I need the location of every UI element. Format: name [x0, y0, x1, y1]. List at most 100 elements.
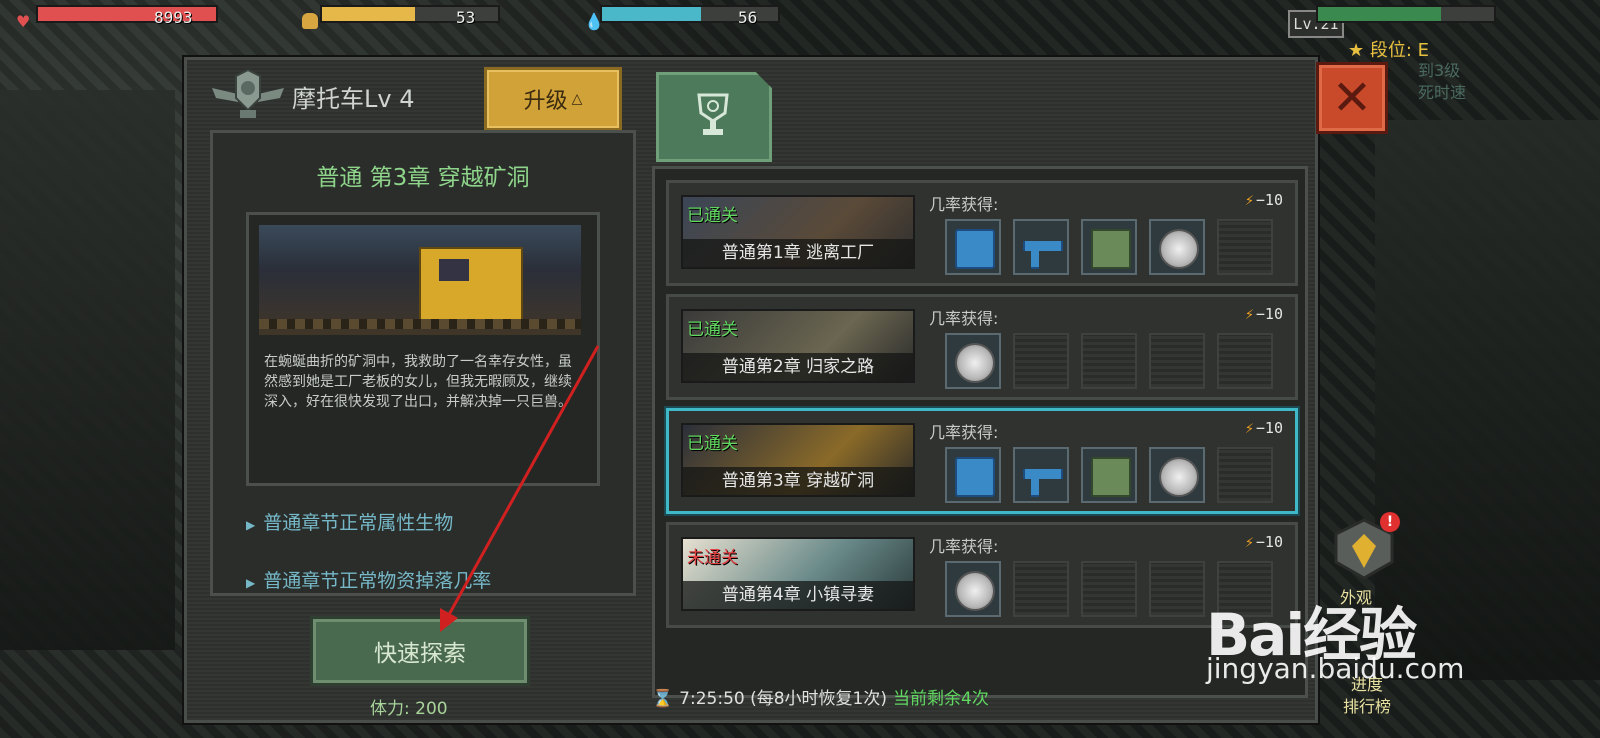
tab-trophy[interactable] — [656, 72, 772, 162]
energy-cost: ⚡ −10 — [1245, 191, 1283, 209]
stage-name: 普通第1章 逃离工厂 — [683, 239, 913, 267]
caret-right-icon: ▶ — [246, 576, 256, 590]
triangle-up-icon: △ — [571, 91, 583, 107]
reward-slots — [945, 219, 1273, 275]
rank-hint-line2: 死时速 — [1418, 83, 1467, 102]
drop-rate-label: 普通章节正常物资掉落几率 — [263, 570, 492, 592]
heart-icon: ♥ — [16, 12, 31, 31]
backpack-item-icon — [955, 457, 995, 497]
reward-slot[interactable] — [1081, 447, 1137, 503]
stage-status: 已通关 — [687, 206, 738, 226]
empty-reward-slot — [1081, 333, 1137, 389]
empty-reward-slot — [1149, 561, 1205, 617]
coin-item-icon — [1159, 229, 1199, 269]
energy-cost-value: −10 — [1255, 305, 1283, 323]
gun-item-icon — [1023, 241, 1063, 269]
coin-item-icon — [1159, 457, 1199, 497]
close-icon: ✕ — [1331, 70, 1373, 126]
rank-hint: 到3级 死时速 — [1418, 60, 1466, 104]
upgrade-button[interactable]: 升级 △ — [484, 67, 622, 131]
gear-item-icon — [1091, 229, 1131, 269]
close-button[interactable]: ✕ — [1316, 62, 1388, 134]
empty-reward-slot — [1217, 333, 1273, 389]
stamina-label: 体力: 200 — [370, 699, 448, 719]
stage-status: 已通关 — [687, 434, 738, 454]
gun-item-icon — [1023, 469, 1063, 497]
energy-cost-value: −10 — [1255, 191, 1283, 209]
watermark-url: jingyan.baidu.com — [1206, 652, 1465, 685]
stage-card[interactable]: 已通关 普通第3章 穿越矿洞 几率获得: ⚡ −10 — [666, 408, 1298, 514]
energy-cost-value: −10 — [1255, 533, 1283, 551]
energy-cost-value: −10 — [1255, 419, 1283, 437]
appearance-button[interactable]: ! — [1332, 512, 1400, 586]
reward-slot[interactable] — [1081, 219, 1137, 275]
stage-thumbnail: 未通关 普通第4章 小镇寻妻 — [681, 537, 915, 611]
caret-right-icon: ▶ — [246, 518, 256, 532]
empty-reward-slot — [1013, 333, 1069, 389]
rank-hint-line1: 到3级 — [1418, 61, 1461, 80]
stage-thumbnail: 已通关 普通第3章 穿越矿洞 — [681, 423, 915, 497]
rank-label: ★ 段位: E — [1348, 40, 1430, 61]
reward-slot[interactable] — [1149, 447, 1205, 503]
remaining-count: 当前剩余4次 — [893, 689, 989, 709]
vehicle-title: 摩托车Lv 4 — [292, 85, 415, 113]
chapter-description: 在蜿蜒曲折的矿洞中，我救助了一名幸存女性，虽然感到她是工厂老板的女儿，但我无暇顾… — [264, 354, 572, 410]
backpack-item-icon — [955, 229, 995, 269]
drop-chance-label: 几率获得: — [929, 537, 999, 556]
stage-status: 已通关 — [687, 320, 738, 340]
background-scenery-left — [0, 90, 175, 650]
water-value: 56 — [738, 8, 758, 27]
empty-reward-slot — [1149, 333, 1205, 389]
upgrade-label: 升级 — [523, 89, 568, 114]
food-icon — [302, 13, 318, 29]
coin-item-icon — [955, 343, 995, 383]
lightning-icon: ⚡ — [1244, 191, 1254, 209]
drop-rate-link[interactable]: ▶ 普通章节正常物资掉落几率 — [246, 566, 491, 593]
stage-thumbnail: 已通关 普通第2章 归家之路 — [681, 309, 915, 383]
leaderboard-label: 排行榜 — [1342, 697, 1391, 716]
reward-slot[interactable] — [945, 561, 1001, 617]
stage-card[interactable]: 未通关 普通第4章 小镇寻妻 几率获得: ⚡ −10 — [666, 522, 1298, 628]
trophy-icon — [697, 93, 729, 135]
chapter-title: 普通 第3章 穿越矿洞 — [316, 165, 530, 191]
explore-timer: ⌛ 7:25:50 (每8小时恢复1次) 当前剩余4次 — [652, 684, 989, 709]
lightning-icon: ⚡ — [1244, 419, 1254, 437]
creature-info-link[interactable]: ▶ 普通章节正常属性生物 — [246, 508, 453, 535]
energy-cost: ⚡ −10 — [1245, 419, 1283, 437]
creature-info-label: 普通章节正常属性生物 — [263, 512, 454, 534]
energy-cost: ⚡ −10 — [1245, 305, 1283, 323]
reward-slot[interactable] — [1149, 219, 1205, 275]
empty-reward-slot — [1217, 219, 1273, 275]
reward-slot[interactable] — [1013, 447, 1069, 503]
chapter-image-frame — [246, 212, 600, 486]
reward-slot[interactable] — [945, 447, 1001, 503]
reward-slot[interactable] — [945, 219, 1001, 275]
gear-item-icon — [1091, 457, 1131, 497]
hp-value: 8993 — [154, 8, 193, 27]
stage-card[interactable]: 已通关 普通第1章 逃离工厂 几率获得: ⚡ −10 — [666, 180, 1298, 286]
mine-cart-scene-image — [259, 225, 581, 335]
reward-slots — [945, 447, 1273, 503]
hourglass-icon: ⌛ — [652, 689, 674, 709]
stage-name: 普通第4章 小镇寻妻 — [683, 581, 913, 609]
stage-name: 普通第3章 穿越矿洞 — [683, 467, 913, 495]
reward-slots — [945, 333, 1273, 389]
xp-bar — [1316, 5, 1496, 23]
lightning-icon: ⚡ — [1244, 533, 1254, 551]
stage-thumbnail: 已通关 普通第1章 逃离工厂 — [681, 195, 915, 269]
drop-chance-label: 几率获得: — [929, 195, 999, 214]
quick-explore-button[interactable]: 快速探索 — [310, 616, 530, 686]
stage-card[interactable]: 已通关 普通第2章 归家之路 几率获得: ⚡ −10 — [666, 294, 1298, 400]
coin-item-icon — [955, 571, 995, 611]
food-value: 53 — [456, 8, 476, 27]
vehicle-emblem-icon — [212, 68, 284, 118]
timer-text: 7:25:50 (每8小时恢复1次) — [679, 689, 888, 709]
rail-track-graphic — [259, 319, 581, 329]
reward-slot[interactable] — [1013, 219, 1069, 275]
stage-name: 普通第2章 归家之路 — [683, 353, 913, 381]
energy-cost: ⚡ −10 — [1245, 533, 1283, 551]
mine-train-graphic — [419, 247, 523, 321]
reward-slot[interactable] — [945, 333, 1001, 389]
alert-badge: ! — [1380, 512, 1400, 532]
drop-chance-label: 几率获得: — [929, 423, 999, 442]
